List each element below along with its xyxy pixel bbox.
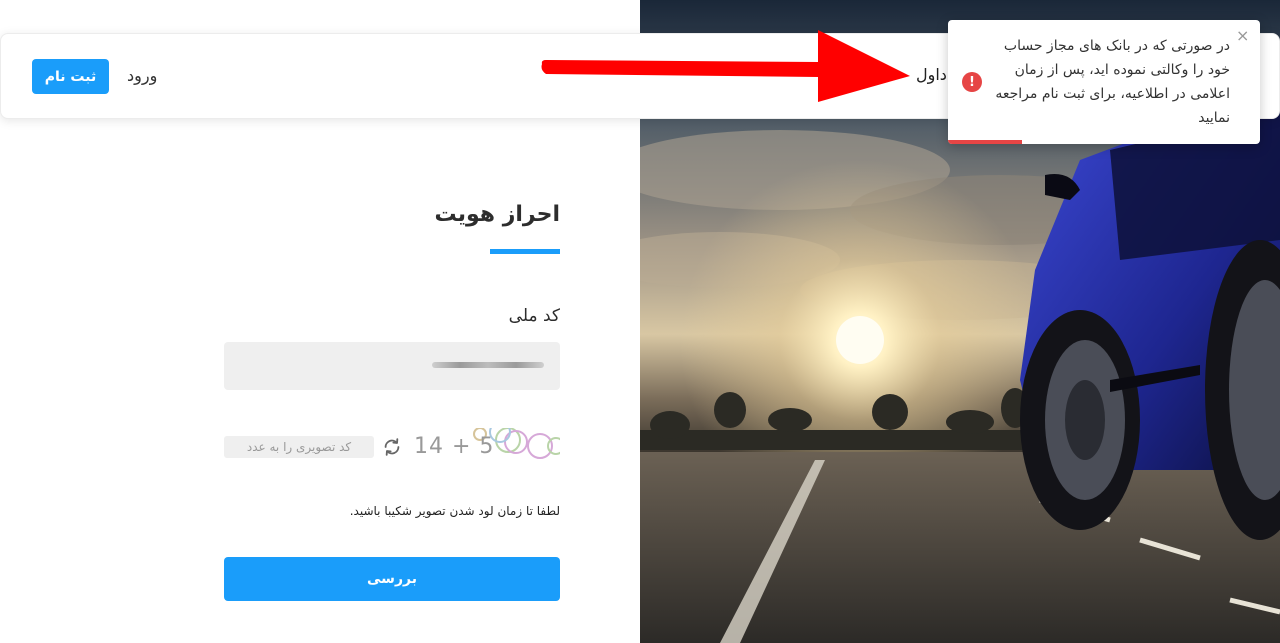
error-icon: ! <box>962 72 982 92</box>
page-title: احراز هویت <box>434 202 560 227</box>
annotation-arrow <box>541 30 910 102</box>
national-code-masked-value <box>432 362 544 368</box>
alert-toast: × ! در صورتی که در بانک های مجاز حساب خو… <box>948 20 1260 144</box>
loading-hint: لطفا تا زمان لود شدن تصویر شکیبا باشید. <box>349 504 560 518</box>
refresh-icon[interactable] <box>381 436 403 458</box>
close-icon[interactable]: × <box>1236 26 1249 45</box>
captcha-input[interactable] <box>224 436 374 458</box>
title-underline <box>490 249 560 254</box>
national-code-label: کد ملی <box>508 306 560 326</box>
toast-progress <box>948 140 1022 144</box>
login-link[interactable]: ورود <box>127 66 157 85</box>
register-button[interactable]: ثبت نام <box>32 59 109 94</box>
captcha-image: 14 + 5 <box>410 428 560 466</box>
captcha-value: 14 + 5 <box>414 434 495 459</box>
toast-message: در صورتی که در بانک های مجاز حساب خود را… <box>995 38 1230 126</box>
submit-button[interactable]: بررسی <box>224 557 560 601</box>
